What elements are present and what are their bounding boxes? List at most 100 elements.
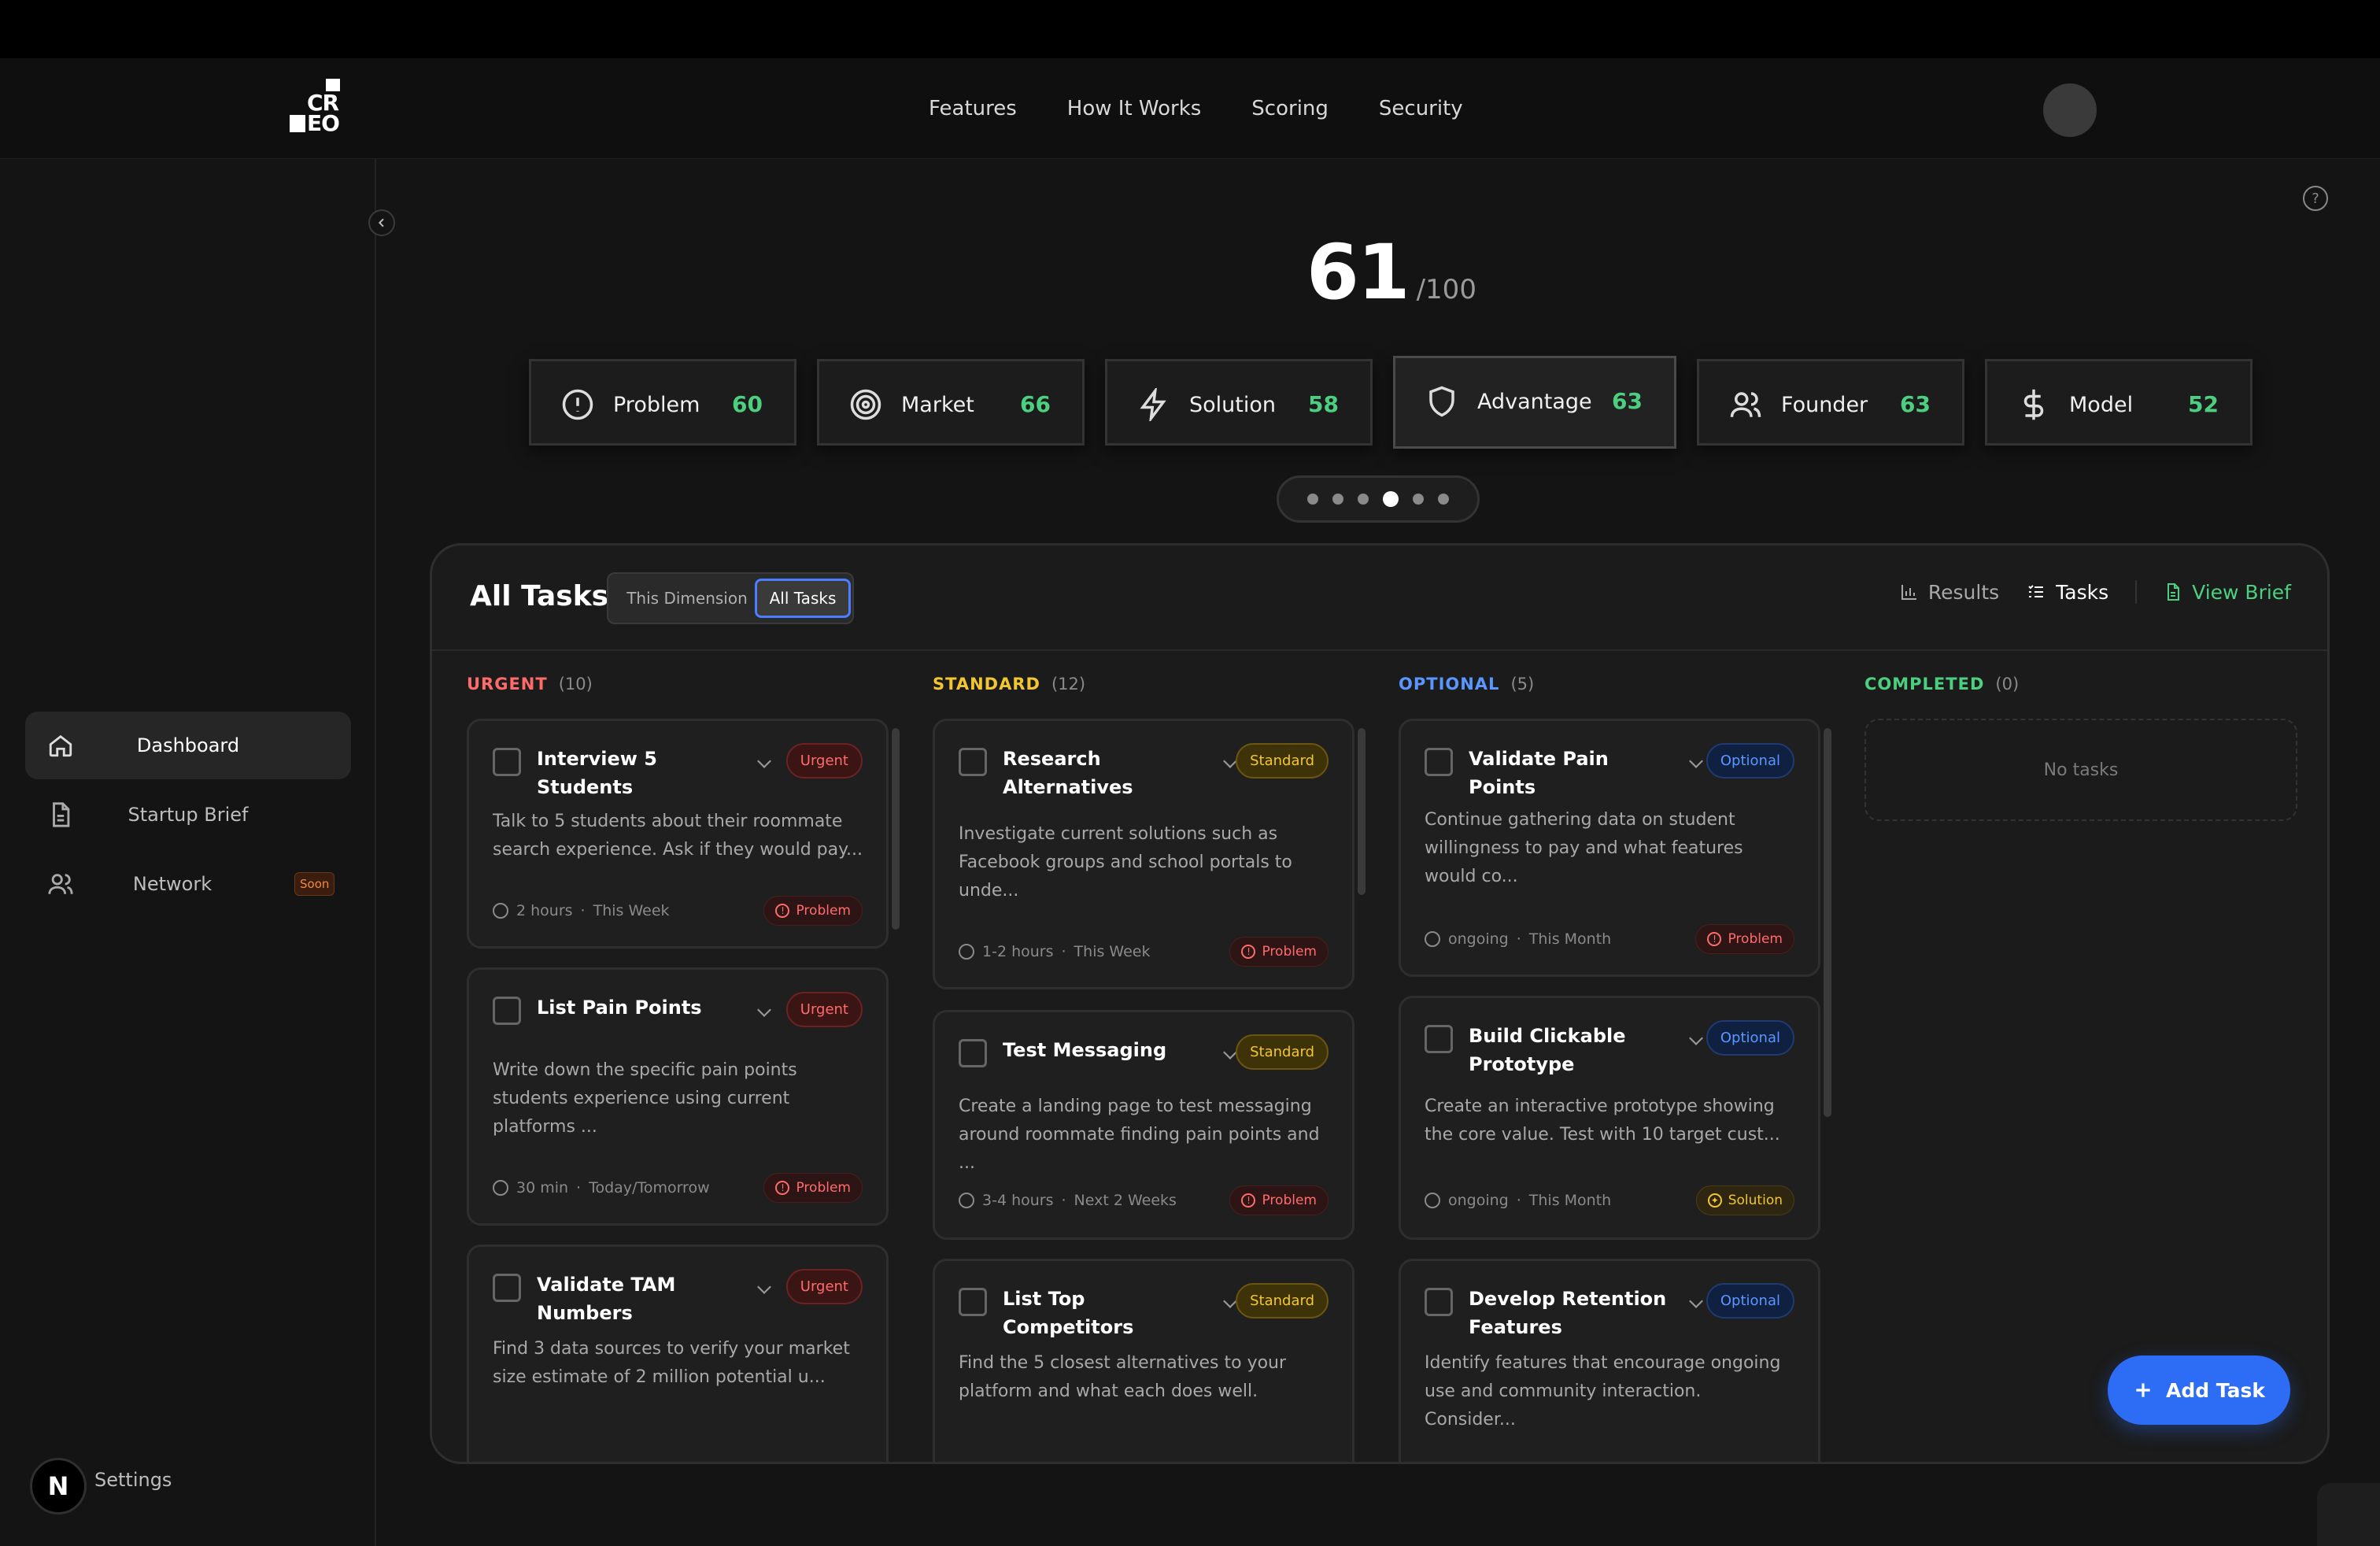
- priority-badge: Standard: [1236, 743, 1329, 779]
- clock-icon: [493, 1180, 508, 1196]
- task-card[interactable]: List Top Competitors Standard Find the 5…: [933, 1259, 1354, 1462]
- creo-logo[interactable]: CR EO: [290, 79, 340, 135]
- task-title: Research Alternatives: [1003, 748, 1133, 798]
- nav-link-security[interactable]: Security: [1379, 97, 1463, 120]
- dimension-score: 66: [1020, 391, 1051, 417]
- task-checkbox[interactable]: [493, 1274, 521, 1302]
- column-urgent: URGENT (10) Interview 5 Students Urgent T…: [467, 675, 889, 1462]
- task-title: Test Messaging: [1003, 1039, 1167, 1061]
- task-checkbox[interactable]: [959, 748, 987, 776]
- chevron-down-icon[interactable]: [757, 1003, 771, 1017]
- nav-link-features[interactable]: Features: [929, 97, 1017, 120]
- priority-badge: Optional: [1706, 743, 1794, 779]
- clock-icon: [959, 944, 974, 960]
- add-task-label: Add Task: [2165, 1378, 2266, 1402]
- clock-icon: [959, 1193, 974, 1208]
- pager-dot[interactable]: [1413, 494, 1424, 505]
- column-count: (0): [1995, 675, 2020, 693]
- priority-badge: Urgent: [785, 992, 863, 1027]
- task-checkbox[interactable]: [1425, 1288, 1453, 1316]
- sidebar-item-label: Dashboard: [136, 734, 240, 756]
- sidebar: Dashboard Startup Brief Network Soon Set…: [0, 159, 376, 1546]
- settings-label: Settings: [94, 1469, 172, 1491]
- task-checkbox[interactable]: [959, 1039, 987, 1067]
- add-task-button[interactable]: Add Task: [2108, 1356, 2290, 1425]
- pager-dot[interactable]: [1332, 494, 1343, 505]
- chevron-down-icon[interactable]: [757, 754, 771, 768]
- pager-dot-active[interactable]: [1383, 491, 1399, 507]
- task-card[interactable]: Research Alternatives Standard Investiga…: [933, 719, 1354, 989]
- dimension-tag: ! Problem: [1229, 937, 1329, 967]
- column-standard: STANDARD (12) Research Alternatives Stand…: [933, 675, 1354, 1462]
- chevron-down-icon[interactable]: [757, 1280, 771, 1294]
- target-icon: [850, 389, 881, 420]
- pager-dot[interactable]: [1307, 494, 1318, 505]
- tab-all-tasks[interactable]: All Tasks: [755, 579, 851, 618]
- task-checkbox[interactable]: [493, 748, 521, 776]
- task-title: List Pain Points: [537, 997, 702, 1019]
- divider: [2135, 580, 2138, 604]
- task-checkbox[interactable]: [1425, 748, 1453, 776]
- collapse-sidebar-button[interactable]: [368, 209, 395, 236]
- task-checkbox[interactable]: [493, 997, 521, 1025]
- task-card[interactable]: List Pain Points Urgent Write down the s…: [467, 967, 889, 1226]
- dimension-card-advantage[interactable]: Advantage 63: [1393, 356, 1676, 449]
- nav-link-scoring[interactable]: Scoring: [1251, 97, 1329, 120]
- task-list-icon: [2028, 585, 2044, 597]
- task-card[interactable]: Validate TAM Numbers Urgent Find 3 data …: [467, 1245, 889, 1462]
- column-scrollbar[interactable]: [1824, 728, 1831, 1117]
- dimension-card-founder[interactable]: Founder 63: [1697, 359, 1964, 446]
- chevron-down-icon[interactable]: [1689, 1031, 1703, 1045]
- task-card[interactable]: Develop Retention Features Optional Iden…: [1399, 1259, 1820, 1462]
- task-description: Identify features that encourage ongoing…: [1425, 1353, 1781, 1429]
- chevron-down-icon[interactable]: [1689, 754, 1703, 768]
- view-brief-button[interactable]: View Brief: [2164, 581, 2291, 604]
- column-count: (5): [1510, 675, 1535, 693]
- dimension-card-model[interactable]: Model 52: [1985, 359, 2252, 446]
- column-scrollbar[interactable]: [1358, 728, 1366, 895]
- task-card[interactable]: Validate Pain Points Optional Continue g…: [1399, 719, 1820, 977]
- dimension-card-market[interactable]: Market 66: [817, 359, 1085, 446]
- task-title: List Top Competitors: [1003, 1288, 1134, 1338]
- dimension-score: 63: [1612, 388, 1643, 414]
- user-avatar[interactable]: [2043, 83, 2097, 137]
- pager-dot[interactable]: [1358, 494, 1369, 505]
- dimension-name: Model: [2069, 393, 2134, 417]
- pager-dot[interactable]: [1438, 494, 1449, 505]
- alert-circle-icon: [562, 389, 593, 420]
- dimension-name: Market: [901, 393, 974, 417]
- dimension-card-solution[interactable]: Solution 58: [1105, 359, 1373, 446]
- overall-score: 61/100: [1306, 228, 1476, 316]
- task-meta: 30 min · Today/Tomorrow: [493, 1179, 710, 1196]
- nav-links: Features How It Works Scoring Security: [929, 58, 1463, 159]
- document-icon: [2168, 583, 2180, 601]
- help-icon[interactable]: ?: [2303, 186, 2328, 211]
- nav-link-how-it-works[interactable]: How It Works: [1067, 97, 1202, 120]
- task-checkbox[interactable]: [1425, 1025, 1453, 1053]
- scope-toggle: This Dimension All Tasks: [607, 572, 854, 624]
- alert-circle-icon: !: [1241, 945, 1256, 959]
- dimension-tag: ! Problem: [763, 1173, 863, 1203]
- task-description: Write down the specific pain points stud…: [493, 1060, 797, 1137]
- corner-panel-edge: [2317, 1483, 2380, 1546]
- chevron-down-icon[interactable]: [1689, 1294, 1703, 1308]
- task-card[interactable]: Interview 5 Students Urgent Talk to 5 st…: [467, 719, 889, 949]
- sidebar-item-dashboard[interactable]: Dashboard: [25, 712, 351, 779]
- column-scrollbar[interactable]: [892, 728, 900, 930]
- dimension-name: Founder: [1781, 393, 1868, 417]
- dimension-card-problem[interactable]: Problem 60: [529, 359, 796, 446]
- tab-this-dimension[interactable]: This Dimension: [616, 579, 758, 618]
- results-button[interactable]: Results: [1900, 581, 1999, 604]
- score-out-of: /100: [1416, 274, 1476, 305]
- account-badge[interactable]: N: [30, 1458, 87, 1515]
- task-card[interactable]: Test Messaging Standard Create a landing…: [933, 1010, 1354, 1240]
- task-description: Investigate current solutions such as Fa…: [959, 824, 1292, 901]
- column-title: URGENT: [467, 675, 548, 693]
- tasks-button[interactable]: Tasks: [2026, 581, 2108, 604]
- sidebar-item-startup-brief[interactable]: Startup Brief: [25, 781, 351, 849]
- users-icon: [1730, 392, 1761, 417]
- sidebar-item-network[interactable]: Network Soon: [25, 850, 351, 918]
- score-value: 61: [1306, 228, 1410, 316]
- task-checkbox[interactable]: [959, 1288, 987, 1316]
- task-card[interactable]: Build Clickable Prototype Optional Creat…: [1399, 996, 1820, 1240]
